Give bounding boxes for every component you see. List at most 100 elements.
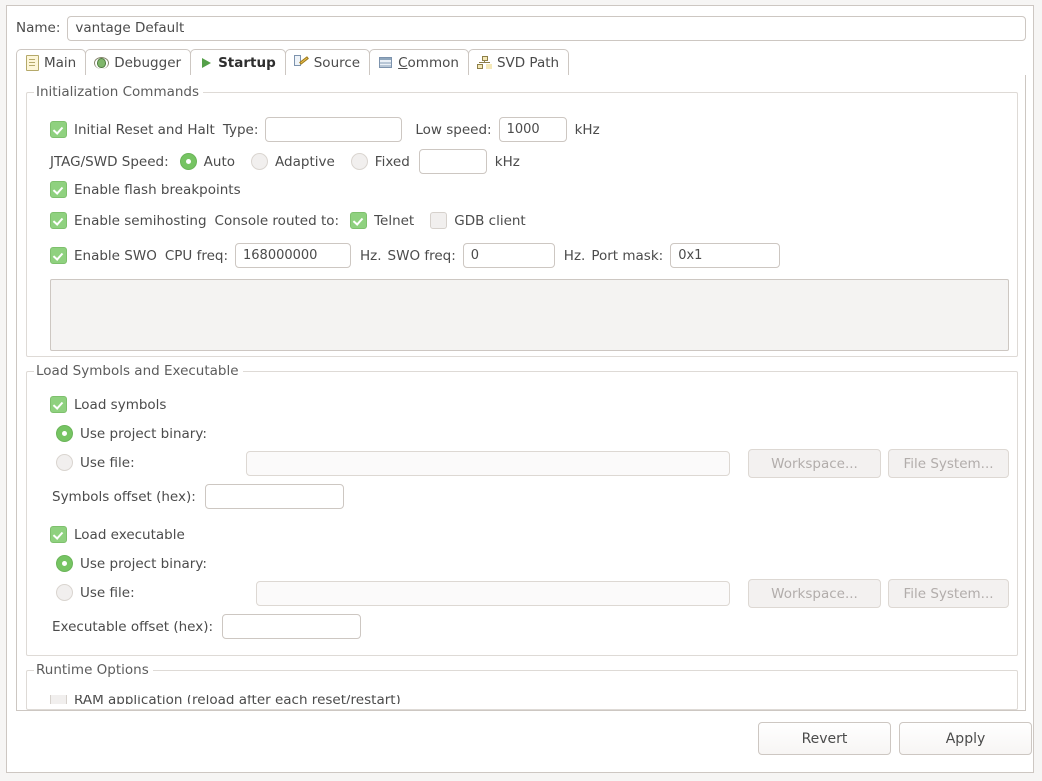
speed-fixed-label: Fixed — [375, 154, 410, 170]
symbols-offset-label: Symbols offset (hex): — [52, 489, 196, 505]
tab-debugger-label: Debugger — [114, 55, 181, 71]
cpu-freq-label: CPU freq: — [165, 248, 228, 264]
low-speed-value: 1000 — [507, 122, 540, 137]
tab-source[interactable]: Source — [285, 49, 370, 75]
ram-application-row: RAM application (reload after each reset… — [50, 695, 650, 704]
play-icon — [199, 56, 213, 70]
speed-fixed-radio[interactable] — [351, 153, 368, 170]
window-icon — [378, 56, 393, 69]
jtag-swd-speed-label: JTAG/SWD Speed: — [50, 154, 169, 170]
symbols-file-system-button-label: File System... — [903, 456, 993, 472]
swo-label: Enable SWO — [74, 248, 157, 264]
name-input[interactable]: vantage Default — [67, 16, 1026, 41]
revert-button-label: Revert — [802, 731, 848, 747]
swo-freq-label: SWO freq: — [388, 248, 456, 264]
speed-auto-radio[interactable] — [180, 153, 197, 170]
initial-reset-checkbox[interactable] — [50, 121, 67, 138]
executable-offset-input[interactable] — [222, 614, 361, 639]
group-border — [26, 670, 1018, 710]
initialization-commands-group: Initialization Commands Initial Reset an… — [26, 84, 1018, 357]
symbols-use-project-binary-radio[interactable] — [56, 425, 73, 442]
apply-button[interactable]: Apply — [899, 722, 1032, 755]
flash-breakpoints-checkbox[interactable] — [50, 181, 67, 198]
tab-main[interactable]: Main — [16, 49, 86, 75]
semihosting-row: Enable semihosting Console routed to: Te… — [50, 212, 526, 229]
telnet-label: Telnet — [374, 213, 414, 229]
reset-type-label: Type: — [223, 122, 259, 138]
gdb-client-checkbox[interactable] — [430, 212, 447, 229]
executable-file-system-button[interactable]: File System... — [888, 579, 1009, 608]
load-executable-label: Load executable — [74, 527, 185, 543]
load-symbols-and-executable-title: Load Symbols and Executable — [34, 363, 243, 379]
jtag-swd-speed-row: JTAG/SWD Speed: Auto Adaptive Fixed kHz — [50, 149, 520, 174]
semihosting-checkbox[interactable] — [50, 212, 67, 229]
bug-icon — [94, 56, 109, 70]
reset-type-input[interactable] — [265, 117, 402, 142]
load-symbols-row: Load symbols — [50, 396, 166, 413]
console-routed-label: Console routed to: — [215, 213, 340, 229]
low-speed-unit: kHz — [575, 122, 600, 138]
symbols-use-file-radio[interactable] — [56, 454, 73, 471]
executable-use-project-binary-row: Use project binary: — [56, 555, 207, 572]
runtime-options-title: Runtime Options — [34, 662, 153, 678]
gdb-client-label: GDB client — [454, 213, 526, 229]
executable-offset-row: Executable offset (hex): — [52, 614, 361, 639]
runtime-options-group: Runtime Options RAM application (reload … — [26, 662, 1018, 710]
executable-use-project-binary-radio[interactable] — [56, 555, 73, 572]
ram-application-checkbox[interactable] — [50, 695, 67, 704]
symbols-file-system-button[interactable]: File System... — [888, 449, 1009, 478]
initialization-commands-textarea[interactable] — [50, 279, 1009, 351]
speed-fixed-input[interactable] — [419, 149, 487, 174]
executable-file-system-button-label: File System... — [903, 586, 993, 602]
speed-adaptive-radio[interactable] — [251, 153, 268, 170]
tab-common[interactable]: Common — [369, 49, 469, 75]
telnet-checkbox[interactable] — [350, 212, 367, 229]
tab-bar: Main Debugger Startup Source Common SVD … — [16, 49, 1026, 76]
cpu-freq-value: 168000000 — [243, 248, 317, 263]
tab-svd-path[interactable]: SVD Path — [468, 49, 569, 75]
executable-use-project-binary-label: Use project binary: — [80, 556, 207, 572]
initial-reset-label: Initial Reset and Halt — [74, 122, 215, 138]
executable-workspace-button-label: Workspace... — [771, 586, 858, 602]
symbols-workspace-button-label: Workspace... — [771, 456, 858, 472]
load-executable-checkbox[interactable] — [50, 526, 67, 543]
tab-startup[interactable]: Startup — [190, 49, 286, 75]
speed-fixed-unit: kHz — [495, 154, 520, 170]
executable-file-input[interactable] — [256, 581, 730, 606]
symbols-use-project-binary-label: Use project binary: — [80, 426, 207, 442]
symbols-offset-input[interactable] — [205, 484, 344, 509]
speed-auto-label: Auto — [204, 154, 235, 170]
swo-freq-input[interactable]: 0 — [463, 243, 555, 268]
swo-row: Enable SWO CPU freq: 168000000 Hz. SWO f… — [50, 243, 780, 268]
load-executable-row: Load executable — [50, 526, 185, 543]
cpu-freq-input[interactable]: 168000000 — [235, 243, 351, 268]
hierarchy-icon — [477, 56, 492, 70]
swo-freq-unit: Hz. — [564, 248, 586, 264]
executable-workspace-button[interactable]: Workspace... — [748, 579, 881, 608]
executable-offset-label: Executable offset (hex): — [52, 619, 213, 635]
port-mask-value: 0x1 — [678, 248, 702, 263]
load-symbols-label: Load symbols — [74, 397, 166, 413]
low-speed-input[interactable]: 1000 — [499, 117, 567, 142]
load-symbols-and-executable-group: Load Symbols and Executable Load symbols… — [26, 363, 1018, 656]
swo-checkbox[interactable] — [50, 247, 67, 264]
tab-debugger[interactable]: Debugger — [85, 49, 191, 75]
load-symbols-checkbox[interactable] — [50, 396, 67, 413]
symbols-file-input[interactable] — [246, 451, 730, 476]
tab-common-label-rest: ommon — [408, 55, 459, 71]
port-mask-input[interactable]: 0x1 — [670, 243, 780, 268]
name-label: Name: — [16, 20, 60, 36]
tab-source-label: Source — [314, 55, 360, 71]
name-row: Name: vantage Default — [16, 15, 1026, 41]
tab-svd-path-label: SVD Path — [497, 55, 559, 71]
swo-freq-value: 0 — [471, 248, 479, 263]
symbols-workspace-button[interactable]: Workspace... — [748, 449, 881, 478]
speed-adaptive-label: Adaptive — [275, 154, 335, 170]
cpu-freq-unit: Hz. — [360, 248, 382, 264]
initialization-commands-title: Initialization Commands — [34, 84, 203, 100]
flash-breakpoints-label: Enable flash breakpoints — [74, 182, 241, 198]
symbols-use-file-row: Use file: — [56, 454, 135, 471]
executable-use-file-radio[interactable] — [56, 584, 73, 601]
revert-button[interactable]: Revert — [758, 722, 891, 755]
tab-startup-label: Startup — [218, 55, 276, 71]
